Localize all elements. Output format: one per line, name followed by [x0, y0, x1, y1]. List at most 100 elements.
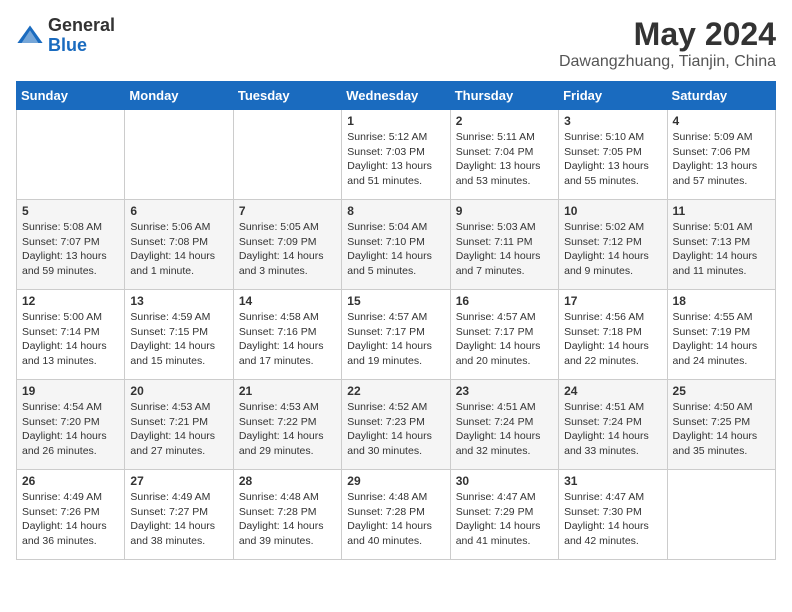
calendar-cell [233, 110, 341, 200]
calendar-body: 1 Sunrise: 5:12 AMSunset: 7:03 PMDayligh… [17, 110, 776, 560]
calendar-cell: 12 Sunrise: 5:00 AMSunset: 7:14 PMDaylig… [17, 290, 125, 380]
weekday-header: Sunday [17, 82, 125, 110]
day-number: 3 [564, 114, 661, 128]
calendar-cell: 30 Sunrise: 4:47 AMSunset: 7:29 PMDaylig… [450, 470, 558, 560]
calendar-week-row: 5 Sunrise: 5:08 AMSunset: 7:07 PMDayligh… [17, 200, 776, 290]
calendar-cell: 2 Sunrise: 5:11 AMSunset: 7:04 PMDayligh… [450, 110, 558, 200]
day-info: Sunrise: 5:10 AMSunset: 7:05 PMDaylight:… [564, 130, 661, 189]
day-number: 29 [347, 474, 444, 488]
day-info: Sunrise: 5:11 AMSunset: 7:04 PMDaylight:… [456, 130, 553, 189]
day-info: Sunrise: 4:56 AMSunset: 7:18 PMDaylight:… [564, 310, 661, 369]
day-info: Sunrise: 4:53 AMSunset: 7:21 PMDaylight:… [130, 400, 227, 459]
weekday-header: Tuesday [233, 82, 341, 110]
day-info: Sunrise: 4:59 AMSunset: 7:15 PMDaylight:… [130, 310, 227, 369]
calendar-cell: 28 Sunrise: 4:48 AMSunset: 7:28 PMDaylig… [233, 470, 341, 560]
day-info: Sunrise: 5:02 AMSunset: 7:12 PMDaylight:… [564, 220, 661, 279]
day-number: 14 [239, 294, 336, 308]
calendar-cell: 21 Sunrise: 4:53 AMSunset: 7:22 PMDaylig… [233, 380, 341, 470]
day-number: 16 [456, 294, 553, 308]
weekday-header: Saturday [667, 82, 775, 110]
day-number: 26 [22, 474, 119, 488]
weekday-header: Wednesday [342, 82, 450, 110]
logo-general: General [48, 15, 115, 35]
day-number: 20 [130, 384, 227, 398]
weekday-header: Monday [125, 82, 233, 110]
calendar-cell: 8 Sunrise: 5:04 AMSunset: 7:10 PMDayligh… [342, 200, 450, 290]
day-number: 28 [239, 474, 336, 488]
calendar-week-row: 12 Sunrise: 5:00 AMSunset: 7:14 PMDaylig… [17, 290, 776, 380]
day-number: 2 [456, 114, 553, 128]
calendar-cell: 20 Sunrise: 4:53 AMSunset: 7:21 PMDaylig… [125, 380, 233, 470]
day-info: Sunrise: 5:00 AMSunset: 7:14 PMDaylight:… [22, 310, 119, 369]
calendar-cell: 16 Sunrise: 4:57 AMSunset: 7:17 PMDaylig… [450, 290, 558, 380]
day-number: 6 [130, 204, 227, 218]
page-header: General Blue May 2024 Dawangzhuang, Tian… [16, 16, 776, 71]
day-info: Sunrise: 4:54 AMSunset: 7:20 PMDaylight:… [22, 400, 119, 459]
calendar-cell: 29 Sunrise: 4:48 AMSunset: 7:28 PMDaylig… [342, 470, 450, 560]
day-info: Sunrise: 4:51 AMSunset: 7:24 PMDaylight:… [564, 400, 661, 459]
day-info: Sunrise: 4:57 AMSunset: 7:17 PMDaylight:… [347, 310, 444, 369]
title-block: May 2024 Dawangzhuang, Tianjin, China [559, 16, 776, 71]
day-number: 12 [22, 294, 119, 308]
day-info: Sunrise: 4:49 AMSunset: 7:26 PMDaylight:… [22, 490, 119, 549]
weekday-header: Thursday [450, 82, 558, 110]
calendar-cell: 17 Sunrise: 4:56 AMSunset: 7:18 PMDaylig… [559, 290, 667, 380]
day-info: Sunrise: 5:03 AMSunset: 7:11 PMDaylight:… [456, 220, 553, 279]
logo: General Blue [16, 16, 115, 56]
day-number: 7 [239, 204, 336, 218]
day-info: Sunrise: 5:05 AMSunset: 7:09 PMDaylight:… [239, 220, 336, 279]
calendar-table: SundayMondayTuesdayWednesdayThursdayFrid… [16, 81, 776, 560]
day-number: 8 [347, 204, 444, 218]
day-info: Sunrise: 4:47 AMSunset: 7:29 PMDaylight:… [456, 490, 553, 549]
day-number: 18 [673, 294, 770, 308]
calendar-cell [667, 470, 775, 560]
day-info: Sunrise: 5:08 AMSunset: 7:07 PMDaylight:… [22, 220, 119, 279]
weekday-row: SundayMondayTuesdayWednesdayThursdayFrid… [17, 82, 776, 110]
calendar-cell: 15 Sunrise: 4:57 AMSunset: 7:17 PMDaylig… [342, 290, 450, 380]
calendar-cell: 6 Sunrise: 5:06 AMSunset: 7:08 PMDayligh… [125, 200, 233, 290]
day-number: 4 [673, 114, 770, 128]
day-info: Sunrise: 4:48 AMSunset: 7:28 PMDaylight:… [347, 490, 444, 549]
calendar-cell: 5 Sunrise: 5:08 AMSunset: 7:07 PMDayligh… [17, 200, 125, 290]
day-number: 9 [456, 204, 553, 218]
calendar-cell [17, 110, 125, 200]
day-number: 19 [22, 384, 119, 398]
calendar-cell: 11 Sunrise: 5:01 AMSunset: 7:13 PMDaylig… [667, 200, 775, 290]
calendar-cell: 1 Sunrise: 5:12 AMSunset: 7:03 PMDayligh… [342, 110, 450, 200]
main-title: May 2024 [559, 16, 776, 53]
day-info: Sunrise: 4:53 AMSunset: 7:22 PMDaylight:… [239, 400, 336, 459]
calendar-week-row: 26 Sunrise: 4:49 AMSunset: 7:26 PMDaylig… [17, 470, 776, 560]
calendar-cell: 26 Sunrise: 4:49 AMSunset: 7:26 PMDaylig… [17, 470, 125, 560]
calendar-cell: 18 Sunrise: 4:55 AMSunset: 7:19 PMDaylig… [667, 290, 775, 380]
day-number: 5 [22, 204, 119, 218]
day-info: Sunrise: 4:55 AMSunset: 7:19 PMDaylight:… [673, 310, 770, 369]
day-number: 24 [564, 384, 661, 398]
calendar-cell: 27 Sunrise: 4:49 AMSunset: 7:27 PMDaylig… [125, 470, 233, 560]
day-number: 11 [673, 204, 770, 218]
day-info: Sunrise: 5:06 AMSunset: 7:08 PMDaylight:… [130, 220, 227, 279]
logo-text: General Blue [48, 16, 115, 56]
calendar-cell: 19 Sunrise: 4:54 AMSunset: 7:20 PMDaylig… [17, 380, 125, 470]
calendar-cell: 31 Sunrise: 4:47 AMSunset: 7:30 PMDaylig… [559, 470, 667, 560]
day-info: Sunrise: 4:50 AMSunset: 7:25 PMDaylight:… [673, 400, 770, 459]
weekday-header: Friday [559, 82, 667, 110]
day-number: 15 [347, 294, 444, 308]
day-info: Sunrise: 4:48 AMSunset: 7:28 PMDaylight:… [239, 490, 336, 549]
calendar-cell: 13 Sunrise: 4:59 AMSunset: 7:15 PMDaylig… [125, 290, 233, 380]
day-info: Sunrise: 4:47 AMSunset: 7:30 PMDaylight:… [564, 490, 661, 549]
day-number: 1 [347, 114, 444, 128]
day-info: Sunrise: 5:09 AMSunset: 7:06 PMDaylight:… [673, 130, 770, 189]
day-info: Sunrise: 5:01 AMSunset: 7:13 PMDaylight:… [673, 220, 770, 279]
day-info: Sunrise: 4:58 AMSunset: 7:16 PMDaylight:… [239, 310, 336, 369]
day-number: 17 [564, 294, 661, 308]
calendar-week-row: 1 Sunrise: 5:12 AMSunset: 7:03 PMDayligh… [17, 110, 776, 200]
day-number: 31 [564, 474, 661, 488]
day-number: 22 [347, 384, 444, 398]
day-info: Sunrise: 5:04 AMSunset: 7:10 PMDaylight:… [347, 220, 444, 279]
day-number: 10 [564, 204, 661, 218]
day-number: 30 [456, 474, 553, 488]
calendar-cell: 10 Sunrise: 5:02 AMSunset: 7:12 PMDaylig… [559, 200, 667, 290]
calendar-cell: 7 Sunrise: 5:05 AMSunset: 7:09 PMDayligh… [233, 200, 341, 290]
calendar-cell: 25 Sunrise: 4:50 AMSunset: 7:25 PMDaylig… [667, 380, 775, 470]
calendar-header: SundayMondayTuesdayWednesdayThursdayFrid… [17, 82, 776, 110]
